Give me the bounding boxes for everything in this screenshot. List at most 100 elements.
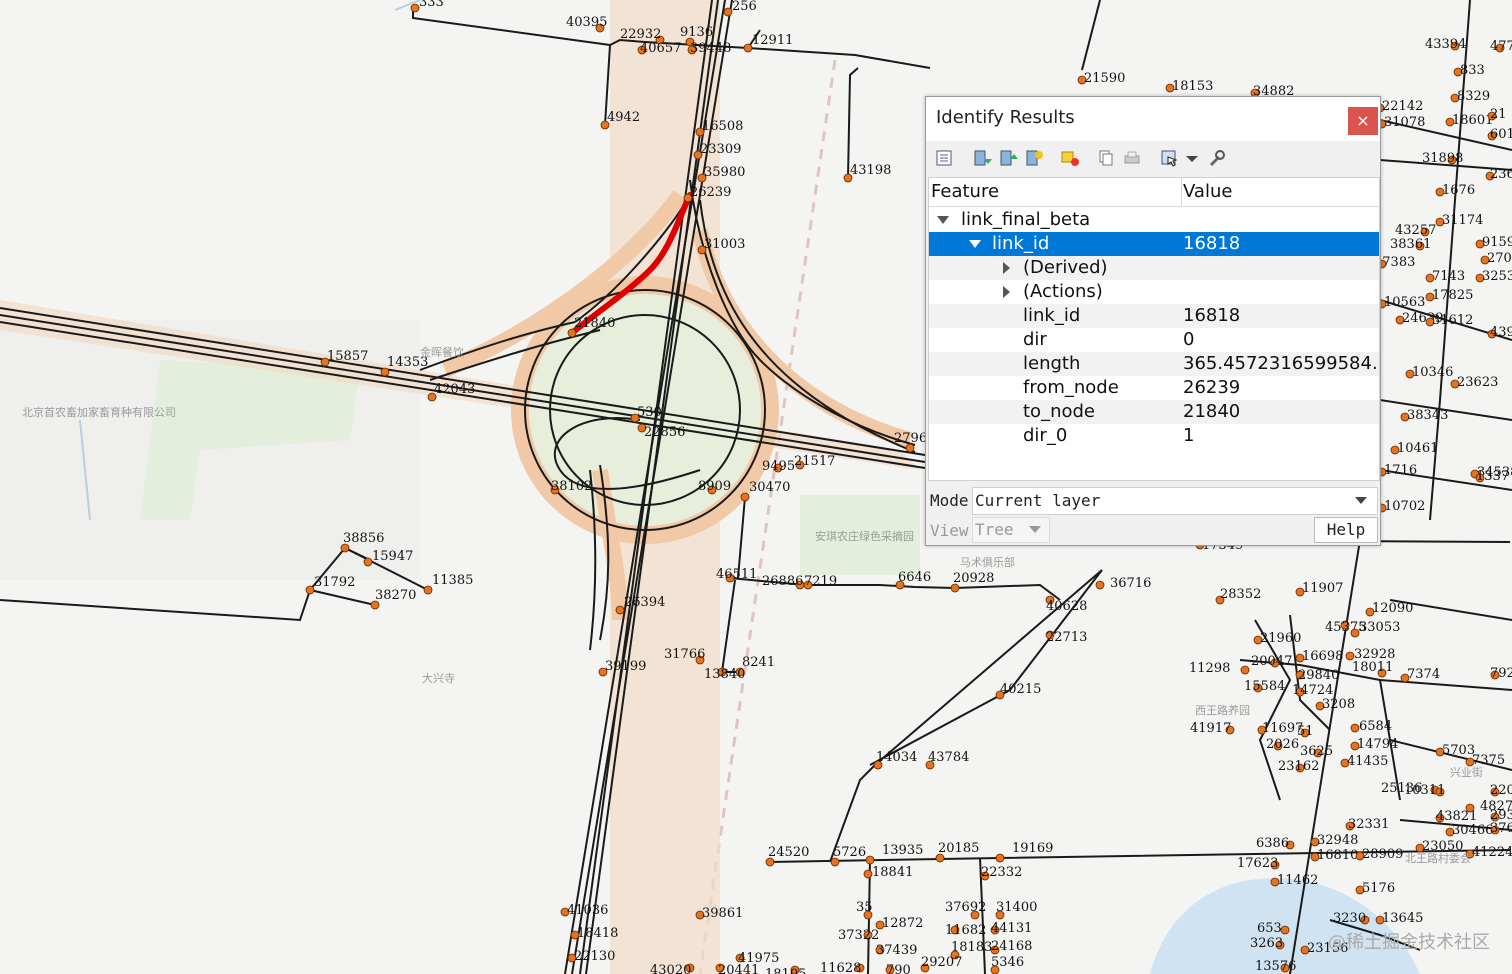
expand-new-icon[interactable] <box>1024 149 1044 167</box>
attribute-row[interactable]: to_node 21840 <box>929 400 1379 424</box>
network-node[interactable] <box>615 605 625 615</box>
attribute-row[interactable]: length 365.4572316599584... <box>929 352 1379 376</box>
collapse-arrow-icon[interactable] <box>937 216 949 224</box>
node-label: 9159 <box>1482 235 1512 250</box>
network-node[interactable] <box>865 855 875 865</box>
feature-column-header[interactable]: Feature <box>929 178 1182 207</box>
network-node[interactable] <box>1350 723 1360 733</box>
layer-name: link_final_beta <box>961 209 1091 230</box>
attribute-row[interactable]: from_node 26239 <box>929 376 1379 400</box>
view-select[interactable]: Tree <box>972 517 1050 543</box>
node-label: 15947 <box>372 549 413 564</box>
tree-row-actions[interactable]: (Actions) <box>929 280 1379 304</box>
node-label: 30470 <box>749 480 790 495</box>
chevron-down-icon[interactable] <box>1029 526 1041 533</box>
network-node[interactable] <box>1240 665 1250 675</box>
tree-row-selected[interactable]: link_id 16818 <box>929 232 1379 256</box>
selected-value: 16818 <box>1183 233 1241 254</box>
help-button[interactable]: Help <box>1314 517 1378 543</box>
attribute-row[interactable]: link_id 16818 <box>929 304 1379 328</box>
node-label: 37439 <box>876 943 917 958</box>
node-label: 1716 <box>1384 463 1417 478</box>
expand-arrow-icon[interactable] <box>1003 286 1010 298</box>
network-node[interactable] <box>1465 803 1475 813</box>
node-label: 2026 <box>1266 737 1299 752</box>
node-label: 3263 <box>1250 936 1283 951</box>
node-label: 38102 <box>551 479 592 494</box>
network-node[interactable] <box>740 492 750 502</box>
node-label: 7143 <box>1432 269 1465 284</box>
network-node[interactable] <box>863 869 873 879</box>
results-tree[interactable]: Feature Value link_final_beta link_id 16… <box>928 177 1380 481</box>
expand-all-icon[interactable] <box>972 149 992 167</box>
selected-key: link_id <box>992 233 1050 254</box>
node-label: 7374 <box>1407 667 1440 682</box>
node-label: 31078 <box>1384 115 1425 130</box>
expand-arrow-icon[interactable] <box>1003 262 1010 274</box>
node-label: 42043 <box>434 382 475 397</box>
node-label: 4942 <box>607 110 640 125</box>
panel-titlebar[interactable]: Identify Results × <box>926 97 1380 141</box>
node-label: 28352 <box>1220 587 1261 602</box>
node-label: 20047 <box>1251 654 1292 669</box>
print-icon[interactable] <box>1122 149 1142 167</box>
tree-row-derived[interactable]: (Derived) <box>929 256 1379 280</box>
poi-label: 北王路村委会 <box>1405 851 1471 865</box>
node-label: 15857 <box>327 349 368 364</box>
node-label: 38361 <box>1390 237 1431 252</box>
network-node[interactable] <box>305 585 315 595</box>
collapse-arrow-icon[interactable] <box>969 240 981 248</box>
copy-icon[interactable] <box>1096 149 1116 167</box>
collapse-all-icon[interactable] <box>998 149 1018 167</box>
panel-title: Identify Results <box>936 107 1075 128</box>
node-label: 17623 <box>1237 856 1278 871</box>
node-label: 19169 <box>1012 841 1053 856</box>
node-label: 11385 <box>432 573 473 588</box>
network-node[interactable] <box>1345 651 1355 661</box>
select-features-icon[interactable] <box>1160 149 1180 167</box>
node-label: 37692 <box>945 900 986 915</box>
expand-tree-icon[interactable] <box>934 149 954 167</box>
close-button[interactable]: × <box>1348 107 1378 135</box>
attribute-row[interactable]: dir_0 1 <box>929 424 1379 448</box>
dropdown-arrow-icon[interactable] <box>1182 149 1202 167</box>
network-node[interactable] <box>723 7 733 17</box>
network-node[interactable] <box>1280 925 1290 935</box>
mode-select[interactable]: Current layer <box>972 487 1378 515</box>
network-node[interactable] <box>363 557 373 567</box>
network-node[interactable] <box>995 853 1005 863</box>
value-column-header[interactable]: Value <box>1183 178 1379 207</box>
network-node[interactable] <box>423 585 433 595</box>
network-node[interactable] <box>410 3 420 13</box>
tree-row-layer[interactable]: link_final_beta <box>929 208 1379 232</box>
node-label: 6584 <box>1359 719 1392 734</box>
network-node[interactable] <box>1350 628 1360 638</box>
attribute-value: 365.4572316599584... <box>1183 353 1379 374</box>
node-label: 9495 <box>762 459 795 474</box>
node-label: 23309 <box>700 142 741 157</box>
node-label: 18183 <box>951 940 992 955</box>
node-label: 43784 <box>928 750 969 765</box>
node-label: 38270 <box>375 588 416 603</box>
node-label: 43257 <box>1395 223 1436 238</box>
attribute-key: link_id <box>1023 305 1081 326</box>
network-node[interactable] <box>743 43 753 53</box>
poi-label: 安琪农庄绿色采摘园 <box>815 529 914 543</box>
node-label: 17825 <box>1432 288 1473 303</box>
node-label: 2796 <box>894 431 927 446</box>
identify-results-panel[interactable]: Identify Results × Feature Value link_fi… <box>925 96 1381 546</box>
attribute-value: 26239 <box>1183 377 1241 398</box>
node-label: 21517 <box>794 454 835 469</box>
node-label: 14724 <box>1292 683 1333 698</box>
node-label: 18011 <box>1352 660 1393 675</box>
group-label: (Derived) <box>1023 257 1108 278</box>
node-label: 13935 <box>882 843 923 858</box>
attribute-row[interactable]: dir 0 <box>929 328 1379 352</box>
view-label: View <box>930 521 969 540</box>
settings-icon[interactable] <box>1206 149 1226 167</box>
clear-highlight-icon[interactable] <box>1060 149 1080 167</box>
chevron-down-icon[interactable] <box>1355 497 1367 504</box>
node-label: 5346 <box>991 955 1024 970</box>
node-label: 13645 <box>1382 911 1423 926</box>
network-node[interactable] <box>1095 580 1105 590</box>
